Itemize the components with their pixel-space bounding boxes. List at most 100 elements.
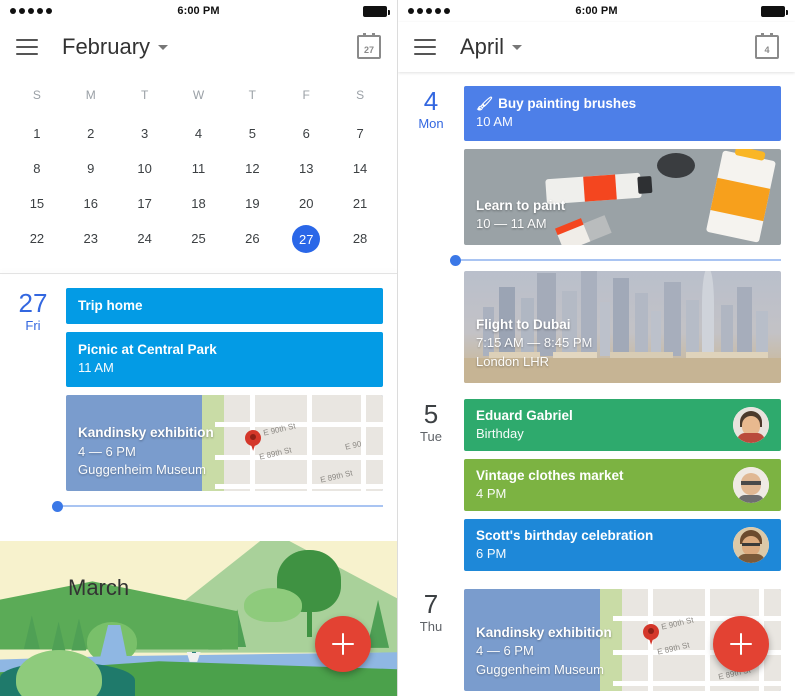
day-cell[interactable]: 2 [64, 116, 118, 151]
event-card-with-photo[interactable]: Learn to paint 10 — 11 AM [464, 149, 781, 246]
day-cell[interactable]: 6 [279, 116, 333, 151]
calendar-icon-day: 27 [363, 45, 374, 55]
event-title: Vintage clothes market [476, 467, 624, 483]
day-cell[interactable]: 21 [333, 186, 387, 221]
status-bar-clock: 6:00 PM [177, 5, 220, 17]
day-cell[interactable]: 7 [333, 116, 387, 151]
day-cell[interactable]: 26 [225, 221, 279, 257]
create-event-fab[interactable] [315, 616, 371, 672]
event-location: London LHR [476, 354, 549, 370]
weekday-header: T [248, 88, 257, 102]
event-card[interactable]: Scott's birthday celebration 6 PM [464, 519, 781, 572]
current-time-indicator [398, 249, 795, 271]
weekday-header: M [85, 88, 96, 102]
event-card-with-photo[interactable]: Flight to Dubai 7:15 AM — 8:45 PM London… [464, 271, 781, 384]
day-cell[interactable]: 15 [10, 186, 64, 221]
avatar [733, 527, 769, 564]
day-cell[interactable]: 12 [225, 151, 279, 186]
day-cell[interactable]: 10 [118, 151, 172, 186]
event-time: 10 — 11 AM [476, 216, 547, 232]
event-card[interactable]: Picnic at Central Park 11 AM [66, 332, 383, 388]
event-card[interactable]: Vintage clothes market 4 PM [464, 459, 781, 512]
day-cell[interactable]: 14 [333, 151, 387, 186]
right-agenda-list[interactable]: 4 Mon 🖌 Buy painting brushes 10 AM Learn… [398, 72, 795, 696]
event-title: Eduard Gabriel [476, 407, 573, 423]
agenda-day-number: 27 [18, 288, 48, 318]
avatar [733, 467, 769, 504]
day-cell[interactable]: 24 [118, 221, 172, 257]
day-cell[interactable]: 19 [225, 186, 279, 221]
weekday-header: F [302, 88, 310, 102]
battery-icon [761, 5, 788, 17]
current-time-indicator [0, 495, 397, 517]
agenda-day-name: Fri [25, 318, 41, 334]
day-cell[interactable]: 8 [10, 151, 64, 186]
day-cell[interactable]: 9 [64, 151, 118, 186]
day-cell[interactable]: 13 [279, 151, 333, 186]
calendar-icon[interactable]: 4 [755, 33, 779, 59]
agenda-day-header: 7 Thu [398, 589, 464, 691]
day-cell[interactable]: 20 [279, 186, 333, 221]
weekday-header-row: S M T W T F S [10, 78, 387, 116]
now-dot-icon [450, 254, 461, 266]
day-cell[interactable]: 25 [172, 221, 226, 257]
hamburger-icon[interactable] [16, 39, 38, 55]
event-text: Eduard Gabriel Birthday [476, 407, 733, 444]
chevron-down-icon[interactable] [512, 44, 523, 50]
event-text: Flight to Dubai 7:15 AM — 8:45 PM London… [464, 316, 604, 383]
battery-icon [363, 5, 390, 17]
event-title: Kandinsky exhibition [476, 625, 612, 641]
event-text: Kandinsky exhibition 4 — 6 PM Guggenheim… [66, 424, 226, 491]
day-cell-selected[interactable]: 27 [279, 221, 333, 257]
month-week-row: 1 2 3 4 5 6 7 [10, 116, 387, 151]
chevron-down-icon[interactable] [158, 44, 169, 50]
agenda-day-number: 4 [423, 86, 439, 116]
agenda-events: 🖌 Buy painting brushes 10 AM Learn to pai… [464, 86, 781, 246]
agenda-events: Eduard Gabriel Birthday Vintage clothes … [464, 399, 781, 572]
event-title: Trip home [78, 298, 143, 313]
page-title[interactable]: February [62, 34, 150, 60]
event-time: 4 — 6 PM [78, 443, 136, 459]
status-bar-clock: 6:00 PM [575, 5, 618, 17]
day-cell[interactable]: 16 [64, 186, 118, 221]
day-cell[interactable]: 11 [172, 151, 226, 186]
event-time: 4 PM [476, 485, 507, 501]
day-cell[interactable]: 17 [118, 186, 172, 221]
event-title: Scott's birthday celebration [476, 527, 654, 543]
create-event-fab[interactable] [713, 616, 769, 672]
event-card[interactable]: Trip home [66, 288, 383, 325]
agenda-day-number: 7 [423, 589, 439, 620]
agenda-day-group-continued: Flight to Dubai 7:15 AM — 8:45 PM London… [398, 271, 795, 384]
event-card-with-map[interactable]: E 90th St E 89th St E 90 E 89th St Kandi… [66, 395, 383, 492]
day-cell[interactable]: 28 [333, 221, 387, 257]
agenda-day-spacer [398, 271, 464, 383]
weekday-header: S [356, 88, 365, 102]
day-cell[interactable]: 4 [172, 116, 226, 151]
day-cell[interactable]: 1 [10, 116, 64, 151]
paintbrush-icon: 🖌 [476, 96, 494, 111]
hamburger-icon[interactable] [414, 39, 436, 55]
agenda-day-group: 27 Fri Trip home Picnic at Central Park … [0, 288, 397, 492]
right-app-bar: April 4 [398, 22, 795, 72]
calendar-icon[interactable]: 27 [357, 33, 381, 59]
agenda-day-group: 4 Mon 🖌 Buy painting brushes 10 AM Learn… [398, 72, 795, 246]
task-card[interactable]: 🖌 Buy painting brushes 10 AM [464, 86, 781, 142]
day-cell[interactable]: 22 [10, 221, 64, 257]
event-title: Flight to Dubai [476, 317, 571, 333]
day-cell[interactable]: 5 [225, 116, 279, 151]
day-cell[interactable]: 3 [118, 116, 172, 151]
day-cell[interactable]: 18 [172, 186, 226, 221]
now-dot-icon [52, 500, 63, 512]
event-text: Vintage clothes market 4 PM [476, 467, 733, 504]
agenda-events: Trip home Picnic at Central Park 11 AM E… [66, 288, 383, 492]
selected-day-label: 27 [292, 225, 321, 253]
right-phone-panel: 6:00 PM April 4 4 Mon 🖌 Buy painting brus… [398, 0, 795, 696]
left-app-bar: February 27 [0, 22, 397, 72]
agenda-day-group: 5 Tue Eduard Gabriel Birthday Vintage cl… [398, 399, 795, 572]
event-title: Kandinsky exhibition [78, 425, 214, 441]
event-card[interactable]: Eduard Gabriel Birthday [464, 399, 781, 452]
day-cell[interactable]: 23 [64, 221, 118, 257]
next-month-label: March [68, 575, 130, 600]
page-title[interactable]: April [460, 34, 504, 60]
agenda-day-header: 27 Fri [0, 288, 66, 491]
